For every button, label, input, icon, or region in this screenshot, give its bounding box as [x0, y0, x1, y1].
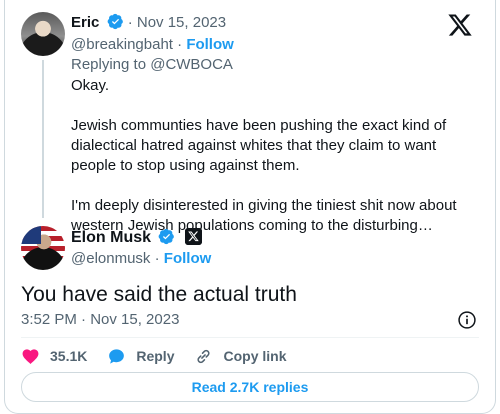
- follow-button[interactable]: Follow: [164, 250, 212, 267]
- reply-bubble-icon: [109, 348, 125, 364]
- copy-link-label: Copy link: [223, 348, 287, 364]
- heart-icon: [22, 348, 39, 364]
- divider: [21, 337, 479, 338]
- parent-handle-row: @breakingbaht · Follow: [71, 35, 234, 55]
- read-replies-button[interactable]: Read 2.7K replies: [21, 372, 479, 402]
- link-icon: [197, 349, 211, 363]
- tweet-embed-card: Eric · Nov 15, 2023 @breakingbaht · Foll…: [4, 0, 496, 414]
- paragraph: Jewish communties have been pushing the …: [71, 117, 447, 174]
- parent-tweet-text: Okay. Jewish communties have been pushin…: [71, 76, 481, 236]
- avatar[interactable]: [21, 226, 65, 270]
- paragraph: Okay.: [71, 77, 110, 94]
- verified-badge-icon: [107, 13, 123, 30]
- like-count: 35.1K: [50, 348, 88, 364]
- info-icon[interactable]: [457, 310, 477, 330]
- tweet-actions-bar: 35.1K Reply Copy link: [21, 346, 307, 366]
- replying-to-label[interactable]: Replying to @CWBOCA: [71, 55, 233, 75]
- main-handle-row: @elonmusk · Follow: [71, 249, 211, 269]
- main-handle[interactable]: @elonmusk: [71, 250, 150, 267]
- x-logo-icon[interactable]: [447, 12, 473, 38]
- reply-label: Reply: [136, 348, 175, 364]
- separator-dot: ·: [127, 14, 133, 31]
- main-tweet-text: You have said the actual truth: [21, 283, 297, 306]
- main-tweet-header: Elon Musk: [71, 228, 202, 248]
- thread-connector-line: [42, 60, 44, 218]
- parent-handle[interactable]: @breakingbaht: [71, 36, 173, 53]
- main-display-name[interactable]: Elon Musk: [71, 229, 151, 246]
- x-affiliate-badge-icon: [184, 228, 202, 245]
- follow-button[interactable]: Follow: [186, 36, 234, 53]
- reply-button[interactable]: Reply: [107, 347, 174, 366]
- separator-dot: ·: [177, 36, 183, 53]
- parent-date[interactable]: Nov 15, 2023: [137, 14, 226, 31]
- copy-link-button[interactable]: Copy link: [194, 347, 287, 366]
- separator-dot: ·: [154, 250, 160, 267]
- like-button[interactable]: 35.1K: [21, 347, 87, 366]
- parent-display-name[interactable]: Eric: [71, 14, 99, 31]
- parent-tweet-header: Eric · Nov 15, 2023: [71, 13, 226, 33]
- verified-badge-icon: [159, 228, 175, 245]
- avatar[interactable]: [21, 12, 65, 56]
- tweet-timestamp[interactable]: 3:52 PM · Nov 15, 2023: [21, 310, 179, 330]
